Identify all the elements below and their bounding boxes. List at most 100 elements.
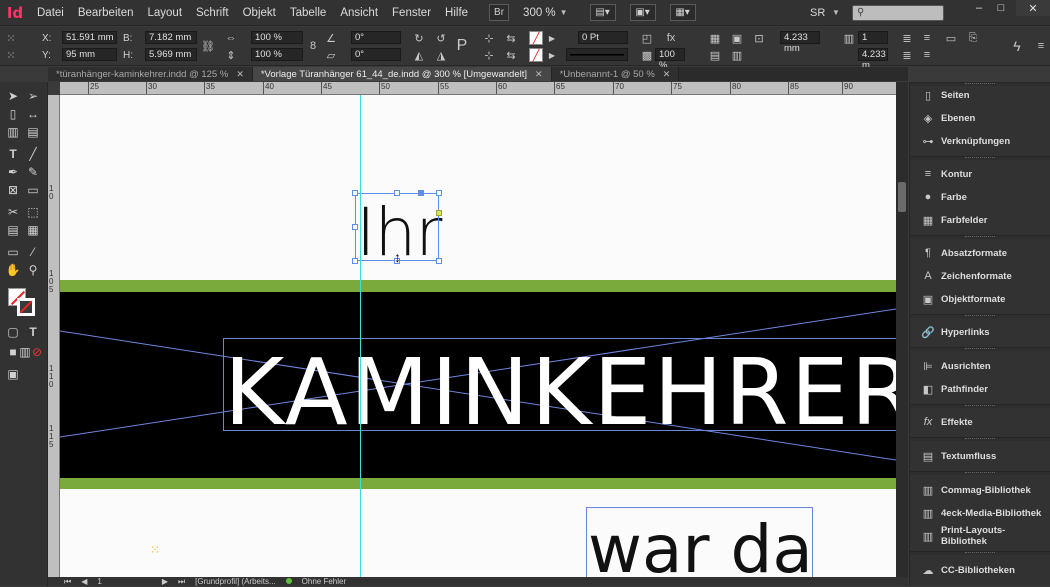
panel-group-grip[interactable]	[910, 314, 1050, 318]
last-page-icon[interactable]: ⏭	[178, 577, 185, 587]
columns-field[interactable]: 1	[858, 31, 888, 44]
select-container-icon[interactable]: ⊹	[482, 31, 496, 45]
rotate-cw-icon[interactable]: ↻	[412, 31, 426, 45]
align-bottom-icon[interactable]: ≣	[900, 48, 914, 62]
constrain-scale-icon[interactable]: 8	[306, 39, 320, 53]
workspace-dropdown-icon[interactable]: ▼	[832, 8, 840, 17]
maximize-icon[interactable]: □	[990, 0, 1012, 16]
scale-x-field[interactable]: 100 %	[251, 31, 303, 44]
vertical-scrollbar[interactable]	[896, 82, 908, 577]
panel-verknuepfungen[interactable]: ⊶ Verknüpfungen	[910, 130, 1050, 152]
panel-group-grip[interactable]	[910, 404, 1050, 408]
rotation-field[interactable]: 0°	[351, 31, 401, 44]
tab-tueranhaenger[interactable]: *türanhänger-kaminkehrer.indd @ 125 % ✕	[48, 67, 253, 81]
panel-objektformate[interactable]: ▣ Objektformate	[910, 288, 1050, 310]
menu-objekt[interactable]: Objekt	[236, 7, 283, 19]
align-center-icon[interactable]: ≡	[920, 48, 934, 62]
panel-group-grip[interactable]	[910, 347, 1050, 351]
reference-point-icon[interactable]: ⁙	[4, 31, 18, 45]
panel-farbe[interactable]: ● Farbe	[910, 186, 1050, 208]
panel-pathfinder[interactable]: ◧ Pathfinder	[910, 378, 1050, 400]
panel-group-grip[interactable]	[910, 235, 1050, 239]
workspace-switcher[interactable]: SR	[810, 7, 825, 19]
select-content-icon[interactable]: ⊹	[482, 48, 496, 62]
menu-fenster[interactable]: Fenster	[385, 7, 438, 19]
shear-field[interactable]: 0°	[351, 48, 401, 61]
content-collector-icon[interactable]: ▥	[5, 124, 21, 140]
selection-handle[interactable]	[352, 190, 358, 196]
free-transform-tool-icon[interactable]: ⬚	[25, 204, 41, 220]
constrain-proportions-icon[interactable]: ⛓	[201, 39, 215, 53]
menu-datei[interactable]: Datei	[30, 7, 71, 19]
pencil-tool-icon[interactable]: ✎	[25, 164, 41, 180]
selection-tool-icon[interactable]: ➤	[5, 88, 21, 104]
rotate-ccw-icon[interactable]: ↺	[434, 31, 448, 45]
panel-farbfelder[interactable]: ▦ Farbfelder	[910, 209, 1050, 231]
selection-handle[interactable]	[418, 190, 424, 196]
flip-vertical-icon[interactable]: ◮	[434, 48, 448, 62]
panel-4eck-media-bibliothek[interactable]: ▥ 4eck-Media-Bibliothek	[910, 502, 1050, 524]
panel-cc-bibliotheken[interactable]: ☁ CC-Bibliotheken	[910, 559, 1050, 581]
gap-tool-icon[interactable]: ↔	[25, 106, 41, 122]
menu-tabelle[interactable]: Tabelle	[283, 7, 333, 19]
panel-effekte[interactable]: fx Effekte	[910, 411, 1050, 433]
document-canvas[interactable]: KAMINKEHRER Ihr ↕ war da ⁙	[60, 95, 896, 577]
offset-field[interactable]: 4.233 mm	[780, 31, 820, 54]
stroke-color-icon[interactable]	[17, 298, 35, 316]
tab-vorlage[interactable]: *Vorlage Türanhänger 61_44_de.indd @ 300…	[252, 67, 552, 81]
column-guide[interactable]	[360, 95, 361, 577]
fit-frame-icon[interactable]: ▤	[708, 48, 722, 62]
gradient-feather-tool-icon[interactable]: ▦	[25, 222, 41, 238]
panel-hyperlinks[interactable]: 🔗 Hyperlinks	[910, 321, 1050, 343]
height-field[interactable]: 5.969 mm	[145, 48, 197, 61]
eyedropper-tool-icon[interactable]: ⁄	[25, 244, 41, 260]
stroke-dropdown-icon[interactable]: ▶	[545, 48, 559, 62]
page-icon[interactable]: ⎘	[966, 31, 980, 45]
frame-fitting-icon[interactable]: ▦	[708, 31, 722, 45]
menu-ansicht[interactable]: Ansicht	[333, 7, 385, 19]
next-page-icon[interactable]: ▶	[162, 577, 168, 586]
close-icon[interactable]: ✕	[1016, 0, 1050, 16]
fill-dropdown-icon[interactable]: ▶	[545, 31, 559, 45]
panel-print-layouts-bibliothek[interactable]: ▥ Print-Layouts-Bibliothek	[910, 525, 1050, 547]
rectangle-tool-icon[interactable]: ▭	[25, 182, 41, 198]
war-da-text[interactable]: war da	[588, 515, 813, 578]
line-tool-icon[interactable]: ╱	[25, 146, 41, 162]
scroll-thumb[interactable]	[898, 182, 906, 212]
panel-group-grip[interactable]	[910, 471, 1050, 475]
panel-kontur[interactable]: ≡ Kontur	[910, 163, 1050, 185]
scissors-tool-icon[interactable]: ✂	[5, 204, 21, 220]
search-input[interactable]: ⚲	[852, 5, 944, 21]
path-type-icon[interactable]: P	[455, 37, 469, 54]
first-page-icon[interactable]: ⏮	[64, 577, 71, 587]
panel-menu-icon[interactable]: ≡	[1034, 39, 1048, 53]
drop-shadow-icon[interactable]: ◰	[640, 31, 654, 45]
view-options-icon[interactable]: ▤▾	[589, 4, 616, 21]
screen-mode-tool-icon[interactable]: ▣	[5, 366, 21, 382]
panel-group-grip[interactable]	[910, 156, 1050, 160]
stroke-type-select[interactable]	[566, 48, 628, 61]
formatting-text-icon[interactable]: T	[25, 324, 41, 340]
screen-mode-icon[interactable]: ▣▾	[629, 4, 656, 21]
panel-textumfluss[interactable]: ▤ Textumfluss	[910, 445, 1050, 467]
rectangle-frame-tool-icon[interactable]: ⊠	[5, 182, 21, 198]
panel-seiten[interactable]: ▯ Seiten	[910, 84, 1050, 106]
fill-swatch-icon[interactable]: ╱	[529, 31, 543, 45]
direct-selection-tool-icon[interactable]: ➢	[25, 88, 41, 104]
panel-ebenen[interactable]: ◈ Ebenen	[910, 107, 1050, 129]
menu-hilfe[interactable]: Hilfe	[438, 7, 475, 19]
pen-tool-icon[interactable]: ✒	[5, 164, 21, 180]
menu-schrift[interactable]: Schrift	[189, 7, 236, 19]
stroke-weight-field[interactable]: 0 Pt	[578, 31, 628, 44]
minimize-icon[interactable]: –	[968, 0, 990, 16]
select-previous-icon[interactable]: ⇆	[504, 31, 518, 45]
master-status[interactable]: [Grundprofil] (Arbeits...	[195, 577, 275, 586]
selection-handle[interactable]	[352, 258, 358, 264]
formatting-container-icon[interactable]: ▢	[5, 324, 21, 340]
x-field[interactable]: 51.591 mm	[62, 31, 117, 44]
panel-ausrichten[interactable]: ⊫ Ausrichten	[910, 355, 1050, 377]
y-field[interactable]: 95 mm	[62, 48, 117, 61]
selection-handle[interactable]	[436, 258, 442, 264]
type-tool-icon[interactable]: T	[5, 146, 21, 162]
menu-bearbeiten[interactable]: Bearbeiten	[71, 7, 141, 19]
